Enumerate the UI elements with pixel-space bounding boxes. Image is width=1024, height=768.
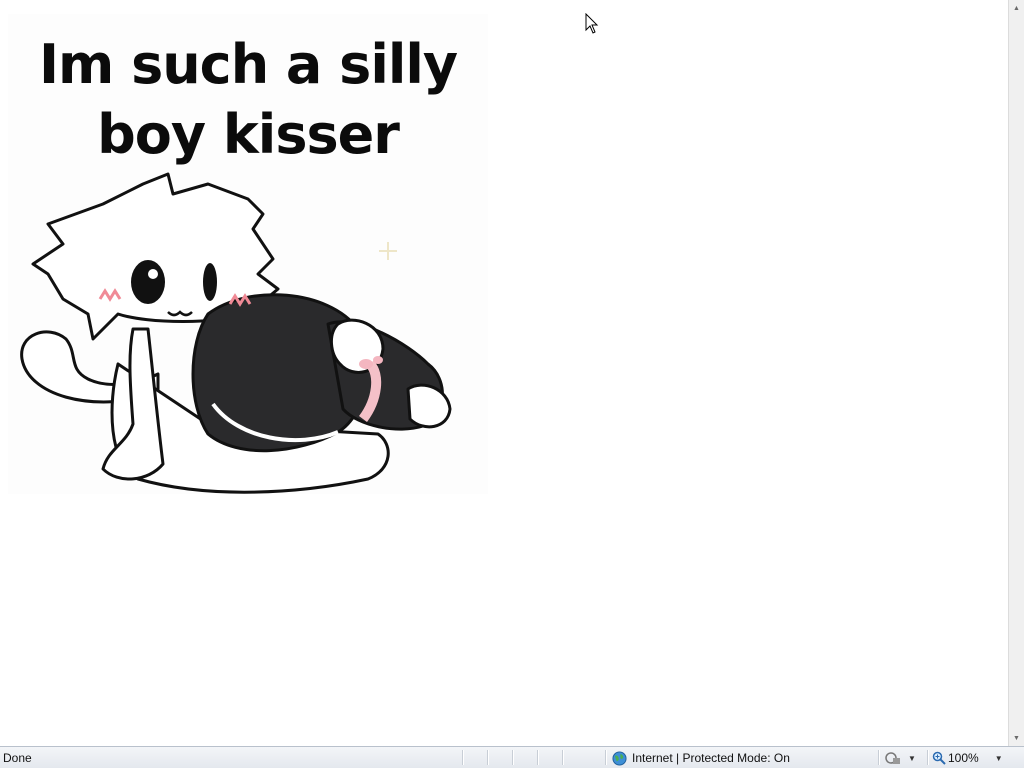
scroll-up-icon[interactable]: ▲ [1009,0,1024,16]
status-text: Done [3,751,32,765]
mouse-cursor-icon [585,13,599,34]
cat-illustration [20,172,452,494]
meme-caption: Im such a silly boy kisser [38,33,458,166]
meme-image: Im such a silly boy kisser [8,14,488,494]
zoom-button[interactable]: 100% ▼ [932,749,1008,767]
status-separator [462,750,464,765]
page-viewport: Im such a silly boy kisser [0,0,1008,746]
status-separator [605,750,607,765]
status-bar: Done Internet | Protected Mode: On ▼ 100… [0,746,1024,768]
dropdown-arrow-icon: ▼ [994,753,1003,763]
status-separator [562,750,564,765]
zone-label: Internet | Protected Mode: On [632,751,790,765]
status-separator [487,750,489,765]
status-separator [927,750,929,765]
globe-icon [612,750,627,766]
zoom-level: 100% [948,751,979,765]
security-button[interactable]: ▼ [884,749,924,767]
status-separator [878,750,880,765]
status-separator [537,750,539,765]
security-zone[interactable]: Internet | Protected Mode: On [612,749,790,767]
scroll-down-icon[interactable]: ▼ [1009,730,1024,746]
dropdown-arrow-icon: ▼ [908,753,916,763]
vertical-scrollbar[interactable]: ▲ ▼ [1008,0,1024,746]
status-separator [512,750,514,765]
zoom-icon [932,751,946,765]
security-icon [885,752,900,764]
